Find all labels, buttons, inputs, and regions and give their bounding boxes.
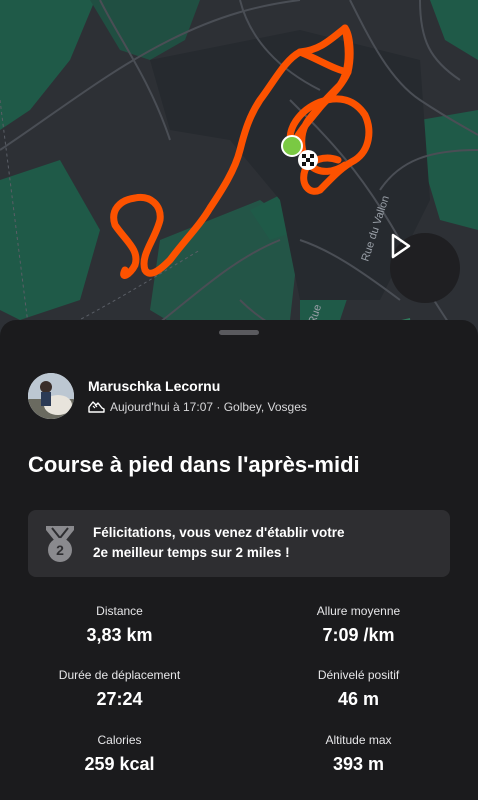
stat-value: 46 m — [337, 689, 380, 709]
stat-label: Dénivelé positif — [317, 668, 400, 682]
activity-title: Course à pied dans l'après-midi — [28, 452, 360, 477]
achievement-line-2: 2e meilleur temps sur 2 miles ! — [93, 545, 290, 560]
stat-calories: Calories 259 kcal — [0, 733, 239, 775]
stat-value: 27:24 — [96, 689, 143, 709]
sheet-drag-handle[interactable] — [219, 330, 259, 335]
medal-rank: 2 — [56, 542, 64, 558]
stat-value: 7:09 /km — [322, 625, 395, 645]
stat-label: Altitude max — [325, 733, 392, 747]
start-marker — [281, 135, 303, 157]
athlete-name[interactable]: Maruschka Lecornu — [88, 378, 220, 394]
stat-average-pace: Allure moyenne 7:09 /km — [239, 604, 478, 646]
stat-max-elevation: Altitude max 393 m — [239, 733, 478, 775]
stat-value: 393 m — [332, 754, 385, 774]
achievement-line-1: Félicitations, vous venez d'établir votr… — [93, 525, 345, 540]
achievement-banner[interactable]: 2 Félicitations, vous venez d'établir vo… — [28, 510, 450, 577]
stat-label: Durée de déplacement — [58, 668, 181, 682]
avatar[interactable] — [28, 373, 74, 419]
achievement-text: Félicitations, vous venez d'établir votr… — [93, 523, 345, 563]
stat-value: 3,83 km — [86, 625, 153, 645]
activity-sheet: Maruschka Lecornu Aujourd'hui à 17:07 · … — [0, 320, 478, 800]
activity-meta: Aujourd'hui à 17:07 · Golbey, Vosges — [88, 400, 307, 414]
stat-label: Distance — [96, 604, 143, 618]
stat-elevation-gain: Dénivelé positif 46 m — [239, 668, 478, 710]
stat-label: Calories — [97, 733, 142, 747]
stat-label: Allure moyenne — [316, 604, 401, 618]
play-flyover-button[interactable] — [390, 233, 460, 303]
medal-icon: 2 — [46, 526, 74, 562]
athlete-header[interactable]: Maruschka Lecornu Aujourd'hui à 17:07 · … — [28, 373, 307, 419]
activity-datetime-location: Aujourd'hui à 17:07 · Golbey, Vosges — [110, 400, 307, 414]
route-map[interactable]: Rue du Vallon Rue — [0, 0, 478, 340]
play-icon — [391, 233, 411, 259]
stat-value: 259 kcal — [84, 754, 155, 774]
stat-distance: Distance 3,83 km — [0, 604, 239, 646]
stat-moving-time: Durée de déplacement 27:24 — [0, 668, 239, 710]
running-shoe-icon — [88, 401, 105, 413]
